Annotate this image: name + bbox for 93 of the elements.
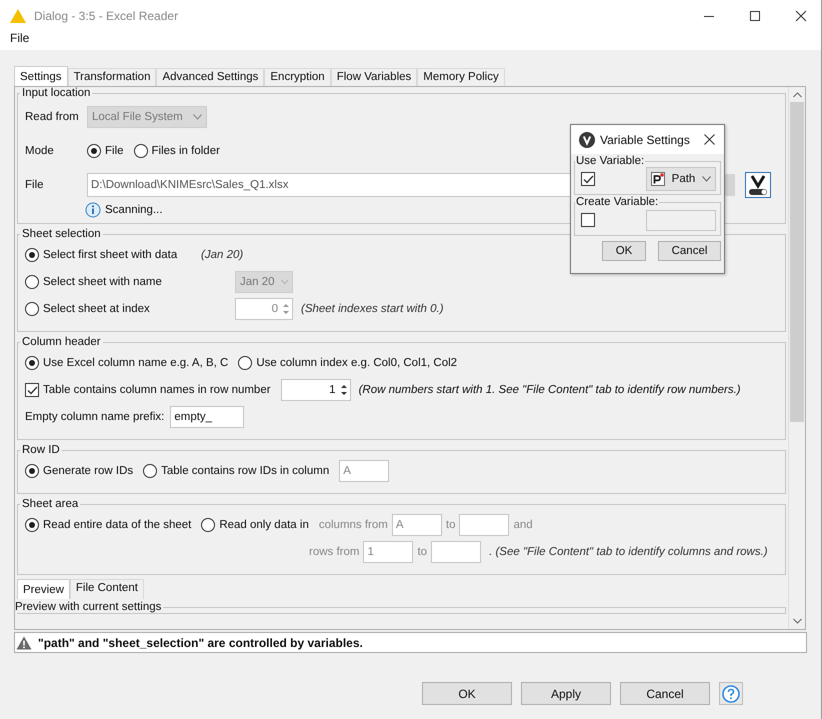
radio-button[interactable] [134, 144, 148, 158]
checkbox[interactable] [25, 383, 39, 397]
radio-button[interactable] [201, 518, 216, 532]
radio-label: Use Excel column name e.g. A, B, C [43, 357, 228, 369]
warning-triangle-icon [9, 8, 27, 24]
help-button[interactable] [719, 682, 743, 705]
warning-text: "path" and "sheet_selection" are controlled by variables. [38, 636, 363, 650]
flow-variable-icon[interactable] [745, 172, 771, 198]
row-number-note: (Row numbers start with 1. See "File Content" tab to identify row numbers.) [358, 384, 741, 396]
tab[interactable]: Preview [17, 579, 70, 599]
radio-button[interactable] [87, 144, 101, 158]
row-id-column-field[interactable]: A [339, 460, 390, 482]
spinner-arrows-icon [281, 301, 291, 317]
column-from-field[interactable]: A [392, 514, 442, 536]
variable-dropdown[interactable]: Path [646, 167, 716, 191]
group-title: Input location [21, 87, 92, 99]
path-variable-icon [651, 172, 665, 186]
radio-label: Files in folder [152, 145, 220, 157]
field-label: to [446, 519, 456, 531]
dialog-button[interactable]: Apply [521, 682, 611, 705]
group-title: Preview with current settings [15, 601, 162, 613]
tab[interactable]: Memory Policy [417, 68, 505, 86]
scroll-down-icon[interactable] [792, 618, 802, 624]
radio-button[interactable] [238, 356, 252, 370]
chevron-down-icon [702, 176, 711, 182]
popup-title: Variable Settings [600, 132, 690, 146]
sheet-note: (Sheet indexes start with 0.) [301, 303, 444, 315]
number-spinner[interactable]: 0 [235, 298, 293, 320]
row-from-field[interactable]: 1 [363, 541, 414, 563]
sheet-area-note: . (See "File Content" tab to identify columns and rows.) [489, 546, 768, 558]
column-to-field[interactable] [459, 514, 510, 536]
sheet-note: (Jan 20) [201, 249, 244, 261]
variable-name-field[interactable] [646, 210, 716, 230]
radio-button[interactable] [25, 518, 39, 532]
scroll-up-icon[interactable] [792, 92, 802, 98]
scrollbar[interactable] [788, 87, 805, 629]
radio-button[interactable] [143, 464, 158, 478]
field-label: columns from [318, 519, 388, 531]
radio-label: Select first sheet with data [43, 249, 178, 261]
group-title: Column header [21, 336, 102, 348]
field-label: and [513, 519, 533, 531]
field-label: Read from [25, 111, 80, 123]
field-label: Empty column name prefix: [25, 411, 164, 423]
checkbox[interactable] [581, 213, 595, 227]
radio-label: Use column index e.g. Col0, Col1, Col2 [256, 357, 458, 369]
checkbox-label: Table contains column names in row number [43, 384, 271, 396]
radio-label: Read entire data of the sheet [43, 519, 192, 531]
radio-button[interactable] [25, 275, 39, 289]
number-spinner[interactable]: 1 [280, 379, 351, 401]
row-to-field[interactable] [431, 541, 482, 563]
group-title: Create Variable: [575, 196, 660, 208]
variable-icon [579, 132, 595, 148]
checkbox[interactable] [581, 172, 595, 186]
tab[interactable]: Flow Variables [330, 68, 418, 86]
window-title: Dialog - 3:5 - Excel Reader [34, 8, 178, 22]
group-title: Sheet area [21, 498, 80, 510]
field-label: Mode [25, 145, 55, 157]
radio-button[interactable] [25, 302, 39, 316]
radio-button[interactable] [25, 248, 39, 262]
close-icon[interactable] [704, 134, 715, 145]
field-label: to [417, 546, 428, 558]
tab[interactable]: Advanced Settings [156, 68, 264, 86]
help-icon [722, 684, 740, 702]
radio-label: Generate row IDs [43, 465, 134, 477]
field-label: File [25, 179, 45, 191]
popup-button[interactable]: Cancel [658, 241, 721, 261]
radio-label: Read only data in [219, 519, 309, 531]
dialog-button[interactable]: Cancel [620, 682, 710, 705]
radio-button[interactable] [25, 464, 39, 478]
radio-label: File [105, 145, 124, 157]
chevron-down-icon [280, 279, 288, 285]
radio-label: Table contains row IDs in column [161, 465, 330, 477]
tab[interactable]: Encryption [264, 68, 331, 86]
field-label: rows from [309, 546, 360, 558]
status-text: Scanning... [105, 204, 163, 216]
tab[interactable]: File Content [70, 579, 144, 599]
radio-label: Select sheet with name [43, 276, 163, 288]
dialog-button[interactable]: OK [422, 682, 512, 705]
prefix-field[interactable]: empty_ [170, 406, 244, 428]
spinner-arrows-icon [338, 382, 349, 398]
tab[interactable]: Transformation [68, 68, 156, 86]
radio-button[interactable] [25, 356, 39, 370]
group-title: Row ID [21, 444, 61, 456]
group-title: Sheet selection [21, 228, 102, 240]
menu-item[interactable]: File [10, 31, 30, 45]
popup-button[interactable]: OK [602, 241, 646, 261]
maximize-icon[interactable] [749, 10, 761, 22]
info-icon [85, 202, 101, 218]
tab[interactable]: Settings [14, 66, 68, 86]
radio-label: Select sheet at index [43, 303, 151, 315]
chevron-down-icon [193, 114, 202, 120]
close-icon[interactable] [795, 10, 807, 22]
group-title: Use Variable: [575, 155, 646, 167]
